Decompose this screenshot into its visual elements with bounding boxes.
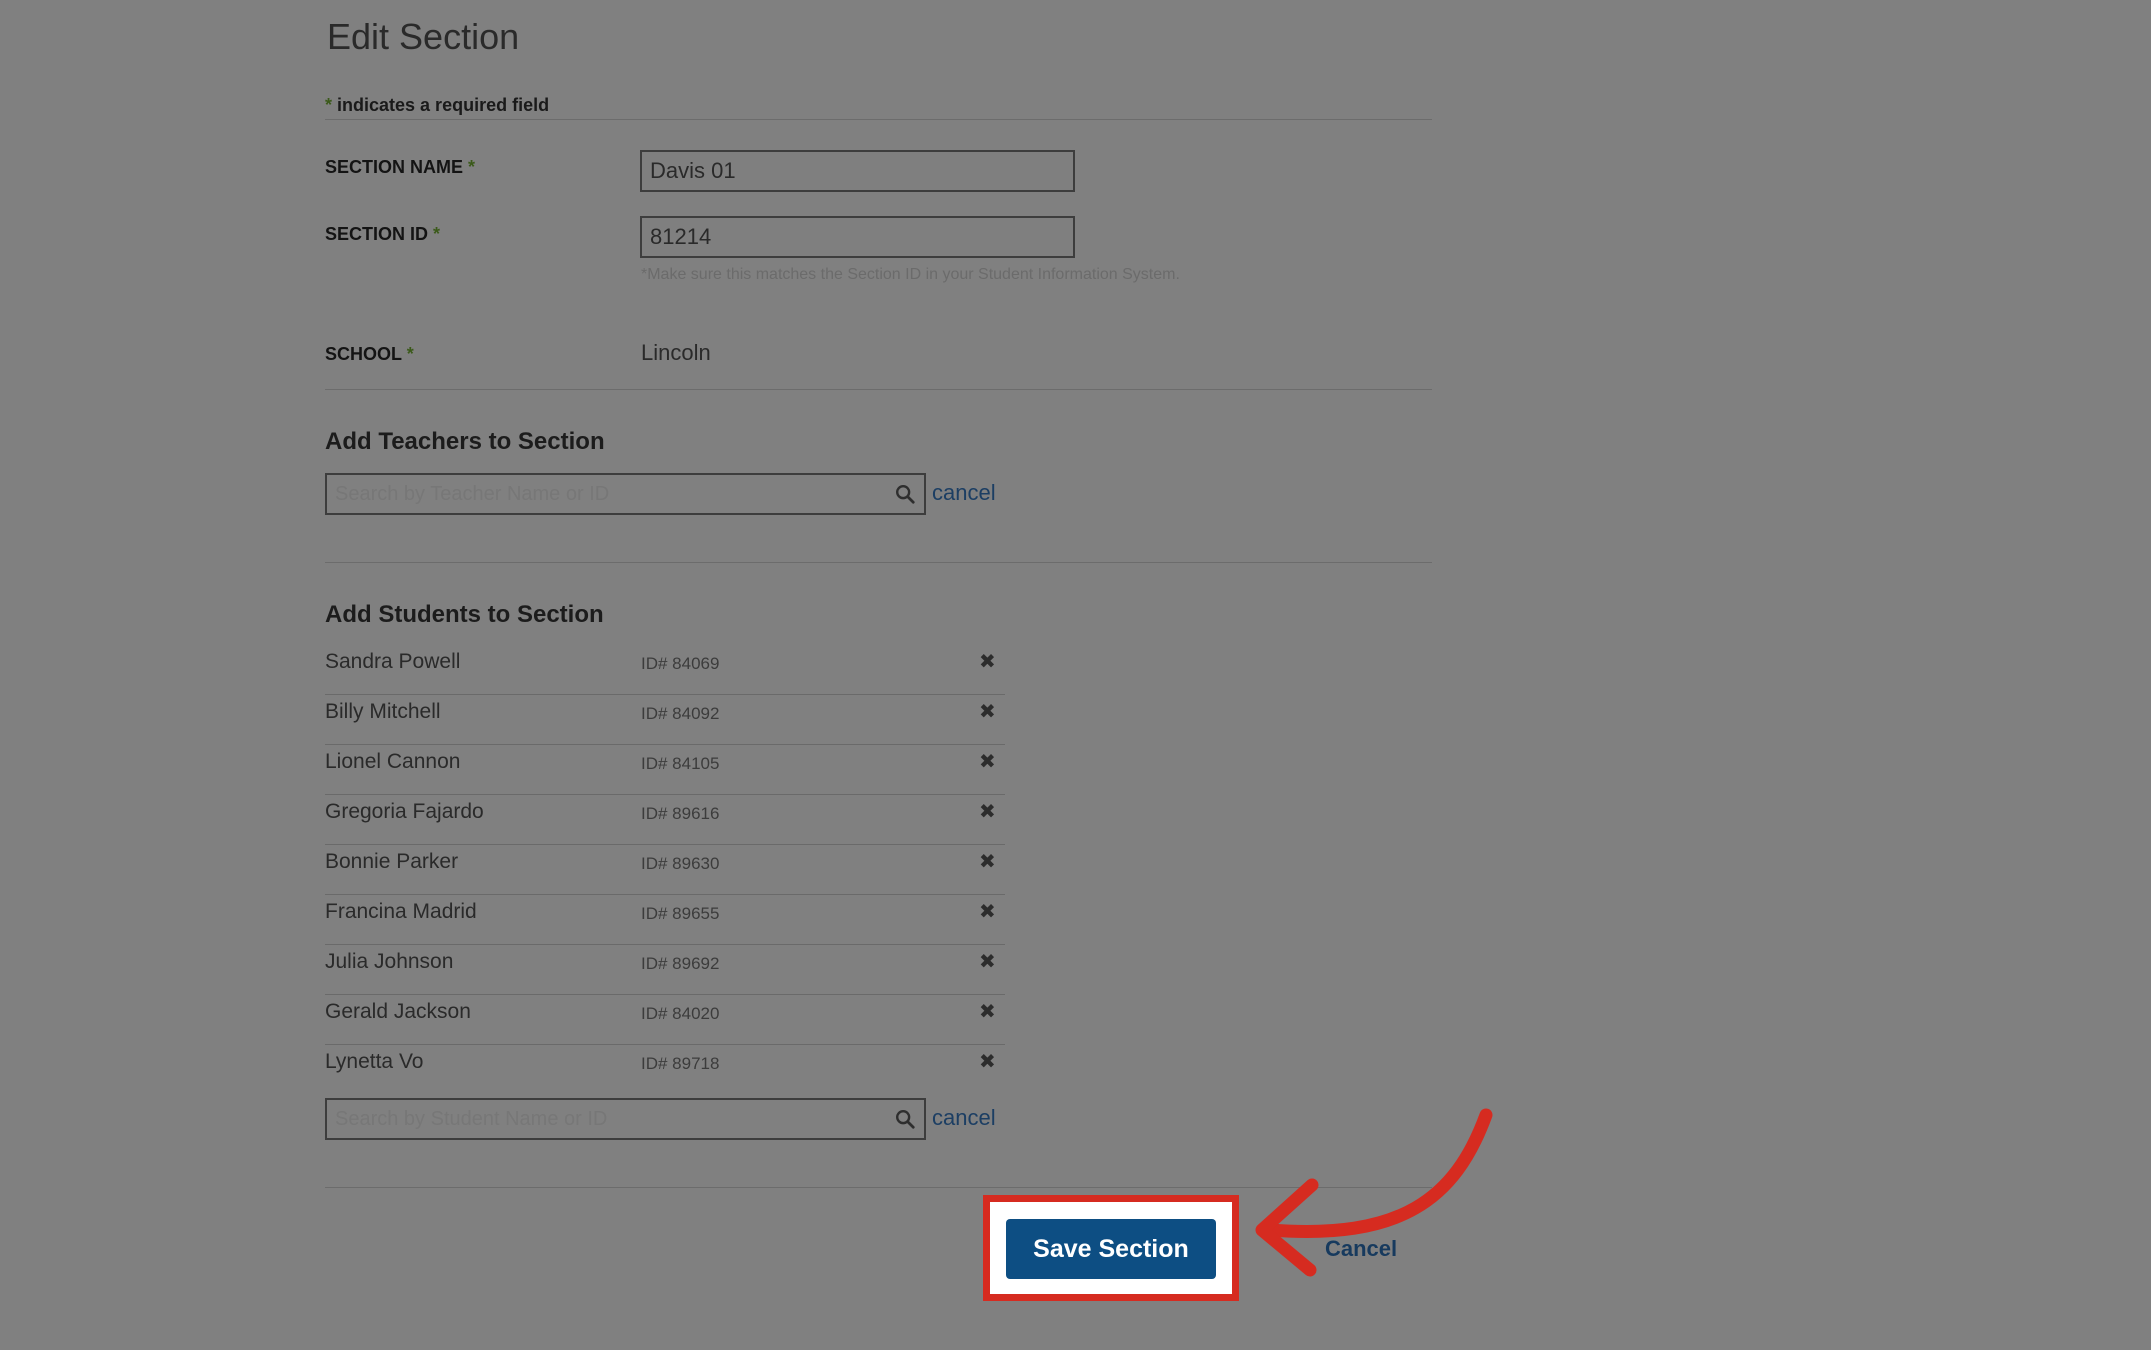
- remove-student-icon[interactable]: ✖: [979, 1049, 996, 1074]
- student-id: ID# 89692: [641, 954, 720, 973]
- student-row: Bonnie Parker ID# 89630 ✖: [325, 845, 1005, 895]
- search-icon[interactable]: [894, 1108, 916, 1130]
- student-name: Francina Madrid: [325, 900, 477, 923]
- section-id-label-text: SECTION ID: [325, 224, 429, 244]
- section-name-value: Davis 01: [650, 158, 736, 183]
- student-row: Gerald Jackson ID# 84020 ✖: [325, 995, 1005, 1045]
- section-name-label: SECTION NAME *: [325, 157, 475, 178]
- school-label-text: SCHOOL: [325, 344, 402, 364]
- student-id: ID# 89718: [641, 1054, 720, 1073]
- student-name: Sandra Powell: [325, 650, 461, 673]
- teacher-search-input[interactable]: Search by Teacher Name or ID: [325, 473, 926, 515]
- save-section-button[interactable]: Save Section: [1006, 1219, 1216, 1279]
- student-row: Francina Madrid ID# 89655 ✖: [325, 895, 1005, 945]
- section-id-value: 81214: [650, 224, 712, 249]
- remove-student-icon[interactable]: ✖: [979, 749, 996, 774]
- cancel-link[interactable]: Cancel: [1325, 1236, 1397, 1262]
- remove-student-icon[interactable]: ✖: [979, 849, 996, 874]
- remove-student-icon[interactable]: ✖: [979, 799, 996, 824]
- student-row: Sandra Powell ID# 84069 ✖: [325, 645, 1005, 695]
- school-label: SCHOOL *: [325, 344, 414, 365]
- student-name: Lionel Cannon: [325, 750, 461, 773]
- student-id: ID# 89655: [641, 904, 720, 923]
- teacher-search-placeholder: Search by Teacher Name or ID: [335, 482, 610, 505]
- student-name: Bonnie Parker: [325, 850, 459, 873]
- student-row: Lionel Cannon ID# 84105 ✖: [325, 745, 1005, 795]
- required-asterisk: *: [406, 344, 414, 364]
- student-name: Gregoria Fajardo: [325, 800, 484, 823]
- teacher-search-cancel-link[interactable]: cancel: [932, 480, 996, 506]
- student-id: ID# 89616: [641, 804, 720, 823]
- required-asterisk: *: [433, 224, 441, 244]
- student-name: Julia Johnson: [325, 950, 454, 973]
- student-search-placeholder: Search by Student Name or ID: [335, 1107, 608, 1130]
- divider: [325, 119, 1432, 120]
- student-row: Lynetta Vo ID# 89718 ✖: [325, 1045, 1005, 1094]
- add-students-heading: Add Students to Section: [325, 601, 604, 628]
- student-search-input[interactable]: Search by Student Name or ID: [325, 1098, 926, 1140]
- student-id: ID# 84020: [641, 1004, 720, 1023]
- student-id: ID# 84069: [641, 654, 720, 673]
- student-search-cancel-link[interactable]: cancel: [932, 1105, 996, 1131]
- section-name-input[interactable]: Davis 01: [640, 150, 1075, 192]
- student-name: Gerald Jackson: [325, 1000, 471, 1023]
- school-value: Lincoln: [641, 340, 711, 365]
- student-id: ID# 84105: [641, 754, 720, 773]
- remove-student-icon[interactable]: ✖: [979, 649, 996, 674]
- student-name: Lynetta Vo: [325, 1050, 424, 1073]
- required-asterisk: *: [468, 157, 476, 177]
- search-icon[interactable]: [894, 483, 916, 505]
- student-row: Billy Mitchell ID# 84092 ✖: [325, 695, 1005, 745]
- required-note-text: indicates a required field: [332, 95, 550, 115]
- add-teachers-heading: Add Teachers to Section: [325, 428, 605, 455]
- divider: [325, 389, 1432, 390]
- section-name-label-text: SECTION NAME: [325, 157, 464, 177]
- remove-student-icon[interactable]: ✖: [979, 999, 996, 1024]
- required-asterisk: *: [325, 95, 333, 115]
- page-title: Edit Section: [327, 16, 520, 57]
- section-id-label: SECTION ID *: [325, 224, 440, 245]
- section-id-input[interactable]: 81214: [640, 216, 1075, 258]
- remove-student-icon[interactable]: ✖: [979, 699, 996, 724]
- student-name: Billy Mitchell: [325, 700, 441, 723]
- student-list: Sandra Powell ID# 84069 ✖ Billy Mitchell…: [325, 645, 1005, 1094]
- remove-student-icon[interactable]: ✖: [979, 949, 996, 974]
- required-field-note: * indicates a required field: [325, 95, 549, 116]
- remove-student-icon[interactable]: ✖: [979, 899, 996, 924]
- student-row: Gregoria Fajardo ID# 89616 ✖: [325, 795, 1005, 845]
- student-id: ID# 84092: [641, 704, 720, 723]
- student-id: ID# 89630: [641, 854, 720, 873]
- student-row: Julia Johnson ID# 89692 ✖: [325, 945, 1005, 995]
- section-id-hint: *Make sure this matches the Section ID i…: [641, 266, 1180, 283]
- divider: [325, 562, 1432, 563]
